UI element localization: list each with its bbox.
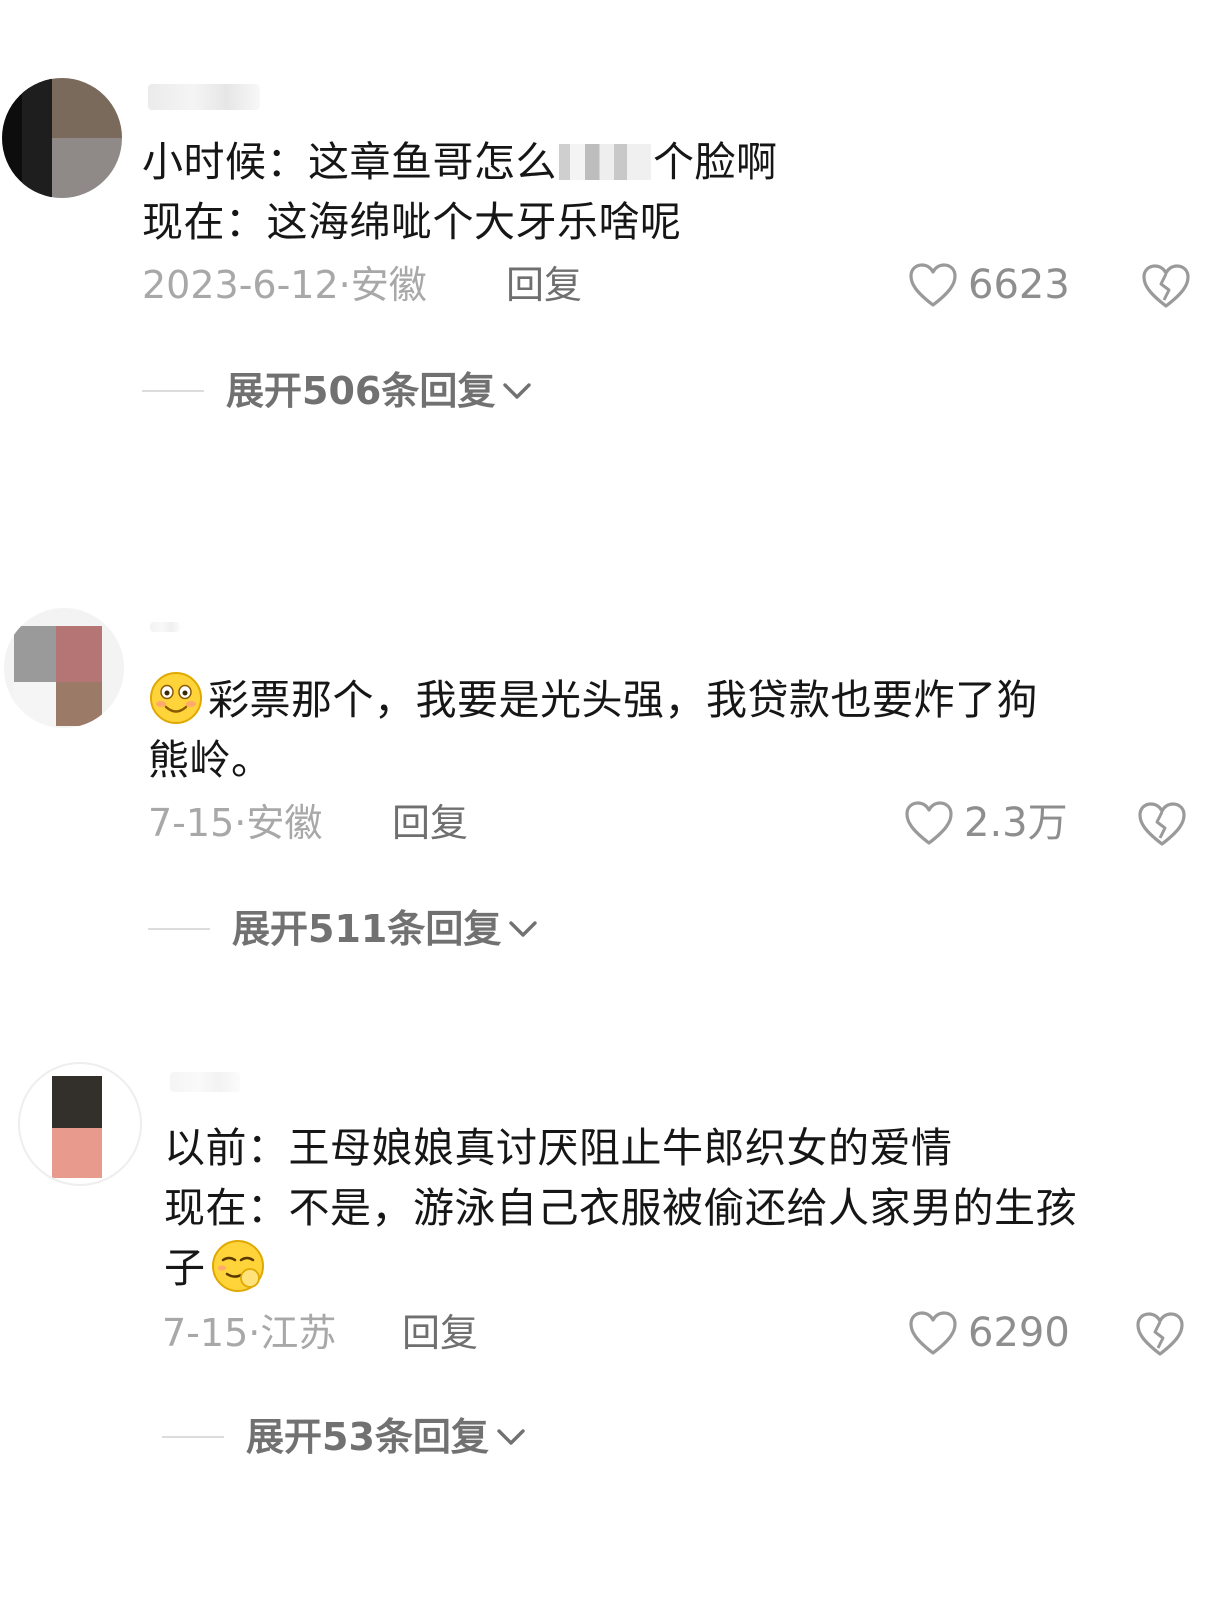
heart-outline-icon xyxy=(905,801,953,845)
dislike-button[interactable] xyxy=(1134,1310,1186,1360)
user-avatar[interactable] xyxy=(2,78,122,198)
expand-replies-button[interactable]: 展开506条回复 xyxy=(142,366,533,416)
comment-meta: 7-15·安徽 xyxy=(148,801,323,845)
reply-button[interactable]: 回复 xyxy=(506,260,582,310)
comment-line: 现在：这海绵呲个大牙乐啥呢 xyxy=(142,198,682,246)
comment-date: 7-15 xyxy=(162,1311,249,1355)
censored-text xyxy=(559,144,651,180)
broken-heart-icon xyxy=(1138,802,1186,846)
expand-replies-button[interactable]: 展开511条回复 xyxy=(148,904,539,954)
broken-heart-icon xyxy=(1136,1312,1184,1356)
expand-replies-button[interactable]: 展开53条回复 xyxy=(162,1412,527,1462)
chevron-down-icon xyxy=(497,1429,525,1445)
comment-text: 以前：王母娘娘真讨厌阻止牛郎织女的爱情 现在：不是，游泳自己衣服被偷还给人家男的… xyxy=(164,1118,1204,1298)
heart-outline-icon xyxy=(909,263,957,307)
user-avatar[interactable] xyxy=(4,608,124,728)
username-blurred[interactable] xyxy=(150,622,180,632)
comment-text: 小时候：这章鱼哥怎么 个脸啊 现在：这海绵呲个大牙乐啥呢 xyxy=(142,132,1182,252)
user-avatar[interactable] xyxy=(18,1062,142,1186)
comment-meta: 2023-6-12·安徽 xyxy=(142,263,427,307)
comment-location: 安徽 xyxy=(350,263,427,307)
chevron-down-icon xyxy=(509,921,538,937)
comment-date: 2023-6-12 xyxy=(142,263,339,307)
chevron-down-icon xyxy=(503,383,532,399)
comment-date: 7-15 xyxy=(148,801,235,845)
username-blurred[interactable] xyxy=(148,84,260,110)
dislike-button[interactable] xyxy=(1136,800,1188,850)
comment-location: 安徽 xyxy=(246,801,323,845)
comment-text: 彩票那个，我要是光头强，我贷款也要炸了狗 熊岭。 xyxy=(148,670,1188,790)
like-button[interactable]: 2.3万 xyxy=(904,798,1068,848)
broken-heart-icon xyxy=(1142,264,1190,308)
expand-replies-label: 展开53条回复 xyxy=(246,1415,489,1459)
comment-line: 彩票那个，我要是光头强，我贷款也要炸了狗 xyxy=(148,670,1188,730)
like-count: 6623 xyxy=(968,262,1070,308)
like-button[interactable]: 6290 xyxy=(908,1308,1070,1358)
divider-dash xyxy=(142,390,204,392)
comment-line: 小时候：这章鱼哥怎么 个脸啊 xyxy=(142,138,778,186)
smirking-face-emoji xyxy=(211,1240,264,1292)
comment-line: 现在：不是，游泳自己衣服被偷还给人家男的生孩 xyxy=(164,1184,1077,1232)
username-blurred[interactable] xyxy=(170,1072,240,1092)
comment-line: 子 xyxy=(164,1238,1204,1298)
expand-replies-label: 展开511条回复 xyxy=(232,907,502,951)
like-count: 6290 xyxy=(968,1310,1070,1356)
smiling-face-emoji xyxy=(150,672,202,724)
reply-button[interactable]: 回复 xyxy=(402,1308,478,1358)
reply-button[interactable]: 回复 xyxy=(392,798,468,848)
heart-outline-icon xyxy=(909,1311,957,1355)
comment-line: 以前：王母娘娘真讨厌阻止牛郎织女的爱情 xyxy=(164,1124,953,1172)
comment-location: 江苏 xyxy=(260,1311,337,1355)
comment-line: 熊岭。 xyxy=(148,736,273,784)
dislike-button[interactable] xyxy=(1140,262,1192,312)
comment-meta: 7-15·江苏 xyxy=(162,1311,337,1355)
expand-replies-label: 展开506条回复 xyxy=(226,369,496,413)
like-button[interactable]: 6623 xyxy=(908,260,1070,310)
divider-dash xyxy=(148,928,210,930)
divider-dash xyxy=(162,1436,224,1438)
like-count: 2.3万 xyxy=(964,800,1068,846)
